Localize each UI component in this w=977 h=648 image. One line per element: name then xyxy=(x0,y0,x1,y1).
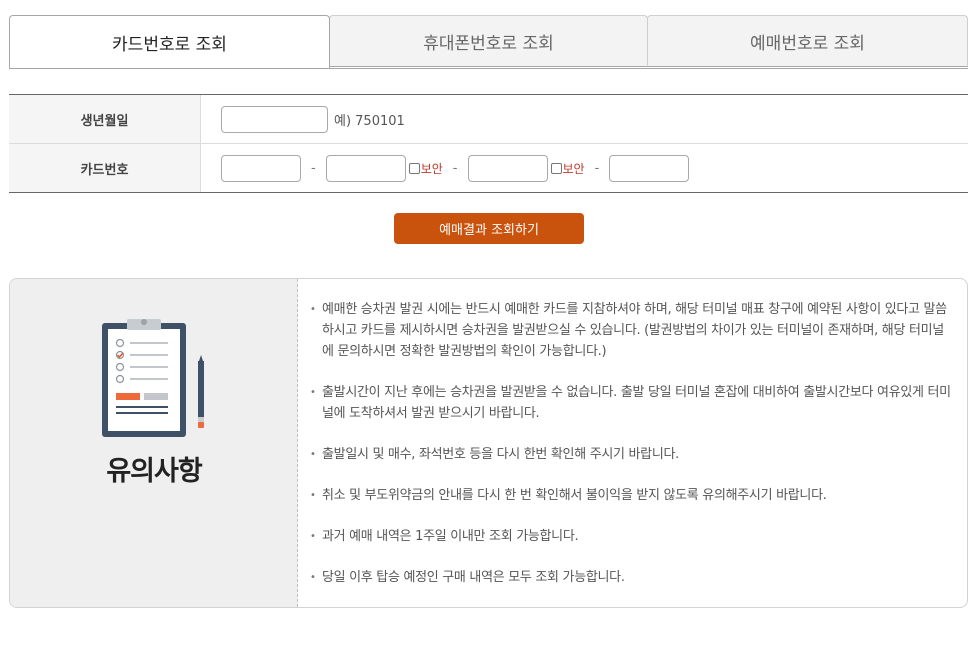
notice-side-panel: 유의사항 xyxy=(10,279,298,607)
secure-label: 보안 xyxy=(562,161,585,176)
tab-underline xyxy=(9,68,968,69)
card-number-input-4[interactable] xyxy=(609,154,690,182)
pencil-icon xyxy=(198,355,204,428)
notice-title: 유의사항 xyxy=(106,456,202,487)
card-number-input-3[interactable] xyxy=(467,154,548,182)
tab-reservation-number[interactable]: 예매번호로 조회 xyxy=(647,15,968,67)
notice-item: 출발시간이 지난 후에는 승차권을 발권받을 수 없습니다. 출발 당일 터미널… xyxy=(310,382,955,424)
notice-item: 당일 이후 탑승 예정인 구매 내역은 모두 조회 가능합니다. xyxy=(310,567,955,588)
notice-item: 취소 및 부도위약금의 안내를 다시 한 번 확인해서 불이익을 받지 않도록 … xyxy=(310,485,955,506)
card-number-input-1[interactable] xyxy=(221,154,301,182)
card-row: 카드번호 - 보안 - 보안 - xyxy=(9,144,968,192)
birth-label: 생년월일 xyxy=(9,95,201,143)
card-dash: - xyxy=(594,160,600,176)
search-form: 생년월일 예) 750101 카드번호 - 보안 - 보안 - xyxy=(9,94,968,193)
secure-checkbox-3[interactable] xyxy=(550,162,562,174)
card-dash: - xyxy=(311,160,316,176)
clipboard-checklist-icon xyxy=(102,319,204,437)
notice-item: 출발일시 및 매수, 좌석번호 등을 다시 한번 확인해 주시기 바랍니다. xyxy=(310,444,955,465)
notice-list: 예매한 승차권 발권 시에는 반드시 예매한 카드를 지참하셔야 하며, 해당 … xyxy=(310,299,955,607)
birth-row: 생년월일 예) 750101 xyxy=(9,95,968,144)
notice-box: 유의사항 예매한 승차권 발권 시에는 반드시 예매한 카드를 지참하셔야 하며… xyxy=(9,278,968,608)
birth-example: 예) 750101 xyxy=(334,113,405,129)
card-label: 카드번호 xyxy=(9,144,201,192)
search-tabs: 휴대폰번호로 조회 예매번호로 조회 카드번호로 조회 xyxy=(9,15,968,69)
secure-label: 보안 xyxy=(420,161,443,176)
tab-phone-number[interactable]: 휴대폰번호로 조회 xyxy=(329,15,648,67)
birth-cell: 예) 750101 xyxy=(201,95,968,143)
birth-date-input[interactable] xyxy=(221,105,328,133)
tab-card-number[interactable]: 카드번호로 조회 xyxy=(9,15,330,69)
secure-checkbox-2[interactable] xyxy=(408,162,420,174)
card-cell: - 보안 - 보안 - xyxy=(201,144,968,192)
card-number-input-2[interactable] xyxy=(325,154,406,182)
notice-item: 과거 예매 내역은 1주일 이내만 조회 가능합니다. xyxy=(310,526,955,547)
card-dash: - xyxy=(452,160,458,176)
notice-item: 예매한 승차권 발권 시에는 반드시 예매한 카드를 지참하셔야 하며, 해당 … xyxy=(310,299,955,362)
search-result-button[interactable]: 예매결과 조회하기 xyxy=(394,213,584,244)
